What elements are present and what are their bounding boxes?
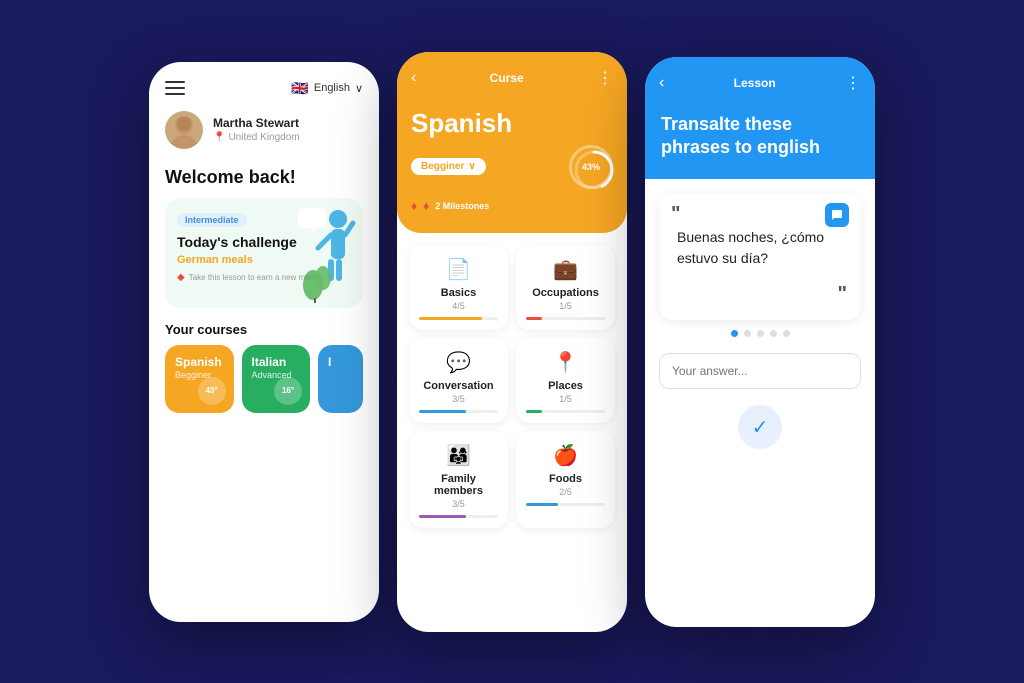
course-name: Italian xyxy=(252,355,301,369)
profile-info: Martha Stewart 📍 United Kingdom xyxy=(213,116,300,143)
course-language: Spanish xyxy=(411,108,613,139)
lesson-icon-family: 👨‍👩‍👧 xyxy=(419,443,498,468)
lesson-name: Foods xyxy=(526,473,605,485)
lesson-icon-foods: 🍎 xyxy=(526,443,605,468)
flag-icon: 🇬🇧 xyxy=(291,80,308,97)
location-icon: 📍 xyxy=(213,132,225,143)
courses-row: Spanish Begginer 43° Italian Advanced 16… xyxy=(149,345,379,413)
more-options-button[interactable]: ⋮ xyxy=(845,73,861,93)
lesson-progress-bar xyxy=(526,317,605,320)
phone-screen-3: ‹ Lesson ⋮ Transalte these phrases to en… xyxy=(645,57,875,627)
milestone-label: 2 Milestones xyxy=(435,201,489,211)
screen-title: Curse xyxy=(416,71,597,85)
profile-location: 📍 United Kingdom xyxy=(213,132,300,143)
lesson-count: 4/5 xyxy=(419,301,498,311)
lesson-card-foods[interactable]: 🍎 Foods 2/5 xyxy=(516,431,615,528)
lesson-count: 2/5 xyxy=(526,487,605,497)
lesson-card-occupations[interactable]: 💼 Occupations 1/5 xyxy=(516,245,615,330)
lesson-name: Basics xyxy=(419,287,498,299)
screen-title: Lesson xyxy=(664,76,845,90)
course-name: Spanish xyxy=(175,355,224,369)
phone-screen-1: 🇬🇧 English ∨ Martha Stewart 📍 United Kin… xyxy=(149,62,379,622)
user-profile: Martha Stewart 📍 United Kingdom xyxy=(149,107,379,163)
course-card-spanish[interactable]: Spanish Begginer 43° xyxy=(165,345,234,413)
lesson-progress-bar xyxy=(419,317,498,320)
dot-4[interactable] xyxy=(770,330,777,337)
answer-input[interactable] xyxy=(659,353,861,389)
lesson-count: 3/5 xyxy=(419,394,498,404)
check-button[interactable]: ✓ xyxy=(738,405,782,449)
lesson-count: 1/5 xyxy=(526,394,605,404)
quote-close-icon: " xyxy=(673,283,847,306)
avatar xyxy=(165,111,203,149)
level-badge[interactable]: Begginer ∨ xyxy=(411,158,486,175)
lesson-card-conversation[interactable]: 💬 Conversation 3/5 xyxy=(409,338,508,423)
level-row: Begginer ∨ 43% xyxy=(411,145,613,189)
course-card-italian[interactable]: Italian Advanced 16° xyxy=(242,345,311,413)
language-label: English xyxy=(314,82,350,94)
lesson-hero: Transalte these phrases to english xyxy=(645,103,875,180)
lessons-grid: 📄 Basics 4/5 💼 Occupations 1/5 💬 Convers… xyxy=(397,233,627,540)
chevron-down-icon: ∨ xyxy=(355,82,363,95)
lesson-card-family[interactable]: 👨‍👩‍👧 Family members 3/5 xyxy=(409,431,508,528)
lesson-count: 1/5 xyxy=(526,301,605,311)
more-options-button[interactable]: ⋮ xyxy=(597,68,613,88)
challenge-card[interactable]: Intermediate Today's challenge German me… xyxy=(165,198,363,308)
phone-screen-2: ‹ Curse ⋮ Spanish Begginer ∨ 43% xyxy=(397,52,627,632)
lesson-count: 3/5 xyxy=(419,499,498,509)
dot-2[interactable] xyxy=(744,330,751,337)
welcome-text: Welcome back! xyxy=(149,163,379,198)
lesson-name: Conversation xyxy=(419,380,498,392)
profile-name: Martha Stewart xyxy=(213,116,300,130)
courses-label: Your courses xyxy=(149,322,379,345)
course-progress: 43° xyxy=(198,377,226,405)
hamburger-menu[interactable] xyxy=(165,81,185,95)
course-name: I xyxy=(328,355,353,369)
quote-open-icon: " xyxy=(671,203,680,226)
person-illustration xyxy=(293,203,363,303)
lesson-body: " Buenas noches, ¿cómo estuvo su día? " … xyxy=(645,179,875,463)
lesson-card-basics[interactable]: 📄 Basics 4/5 xyxy=(409,245,508,330)
pagination-dots xyxy=(659,330,861,337)
lesson-progress-bar xyxy=(419,515,498,518)
lesson-icon-basics: 📄 xyxy=(419,257,498,282)
progress-circle: 43% xyxy=(569,145,613,189)
phone2-header: ‹ Curse ⋮ xyxy=(397,52,627,98)
submit-area: ✓ xyxy=(659,405,861,449)
course-card-extra[interactable]: I xyxy=(318,345,363,413)
lesson-progress-bar xyxy=(526,503,605,506)
language-selector[interactable]: 🇬🇧 English ∨ xyxy=(291,80,363,97)
lesson-name: Occupations xyxy=(526,287,605,299)
gem-icon: ◆ xyxy=(177,272,185,283)
lesson-question: Transalte these phrases to english xyxy=(661,113,859,160)
message-icon xyxy=(825,203,849,227)
course-hero: Spanish Begginer ∨ 43% ♦ ♦ 2 Milestones xyxy=(397,98,627,233)
gem-icon-1: ♦ xyxy=(411,199,417,213)
lesson-icon-conversation: 💬 xyxy=(419,350,498,375)
lesson-name: Family members xyxy=(419,473,498,497)
dot-3[interactable] xyxy=(757,330,764,337)
lesson-icon-occupations: 💼 xyxy=(526,257,605,282)
course-progress: 16° xyxy=(274,377,302,405)
gem-icon-2: ♦ xyxy=(423,199,429,213)
lesson-progress-bar xyxy=(526,410,605,413)
milestone-row: ♦ ♦ 2 Milestones xyxy=(411,199,613,213)
phone1-header: 🇬🇧 English ∨ xyxy=(149,62,379,107)
dot-1[interactable] xyxy=(731,330,738,337)
lesson-progress-bar xyxy=(419,410,498,413)
phone3-header: ‹ Lesson ⋮ xyxy=(645,57,875,103)
quote-text: Buenas noches, ¿cómo estuvo su día? xyxy=(673,207,847,283)
lesson-name: Places xyxy=(526,380,605,392)
lesson-icon-places: 📍 xyxy=(526,350,605,375)
difficulty-badge: Intermediate xyxy=(177,213,247,227)
quote-card: " Buenas noches, ¿cómo estuvo su día? " xyxy=(659,193,861,320)
lesson-card-places[interactable]: 📍 Places 1/5 xyxy=(516,338,615,423)
dot-5[interactable] xyxy=(783,330,790,337)
chevron-icon: ∨ xyxy=(468,161,475,172)
